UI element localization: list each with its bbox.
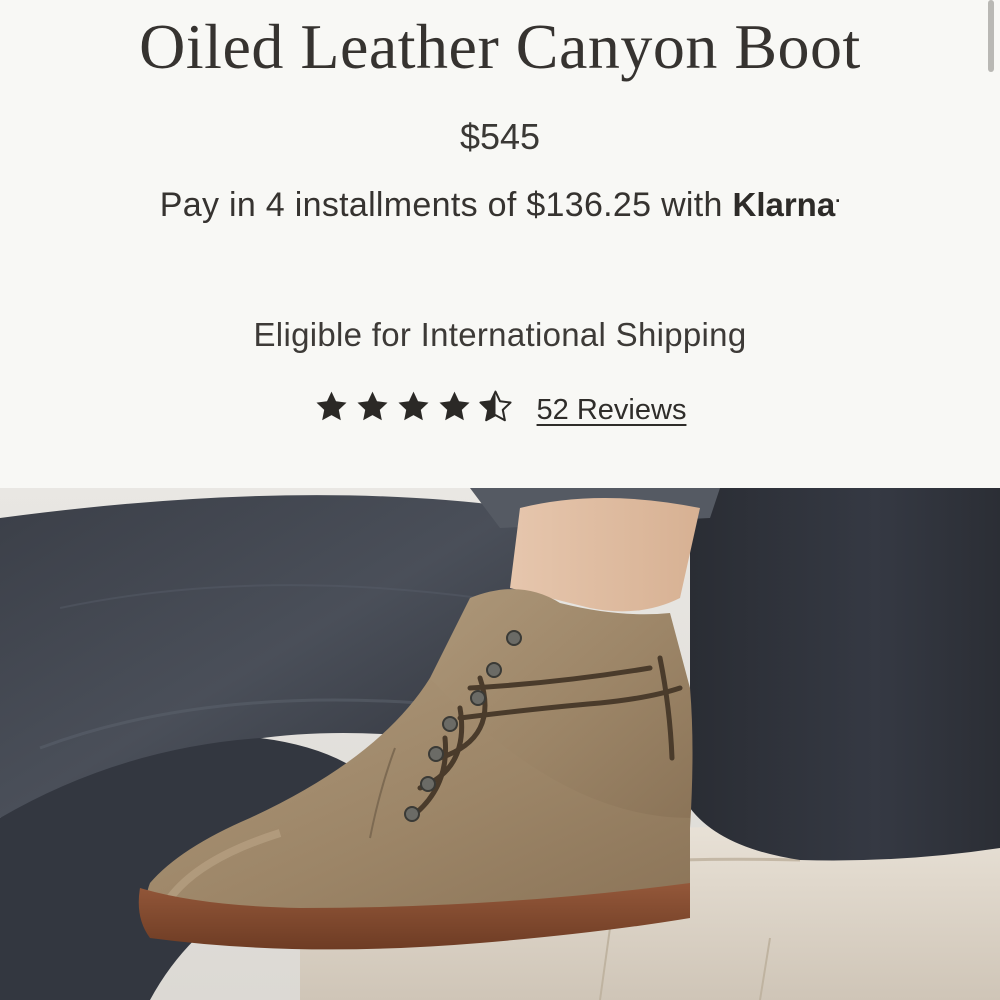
- shipping-eligibility: Eligible for International Shipping: [253, 316, 747, 353]
- product-title: Oiled Leather Canyon Boot: [139, 11, 861, 82]
- installments-message[interactable]: Pay in 4 installments of $136.25 with Kl…: [0, 186, 1000, 225]
- rating-summary: 52 Reviews: [0, 386, 1000, 427]
- product-price: $545: [459, 116, 541, 157]
- product-photo: [0, 488, 1000, 1000]
- half-star-icon: [479, 390, 512, 422]
- star-rating[interactable]: [314, 389, 513, 424]
- star-icon: [398, 391, 429, 421]
- klarna-logo: Klarna.: [732, 186, 841, 223]
- scrollbar-thumb[interactable]: [988, 0, 994, 72]
- reviews-link[interactable]: 52 Reviews: [537, 394, 687, 427]
- boot-lifestyle-image: [0, 488, 1000, 1000]
- installments-text: Pay in 4 installments of $136.25 with: [159, 186, 723, 224]
- product-info-panel: Oiled Leather Canyon Boot $545 Pay in 4 …: [0, 0, 1000, 488]
- star-icon: [357, 391, 388, 421]
- star-icon: [439, 391, 470, 421]
- star-icon: [316, 391, 347, 421]
